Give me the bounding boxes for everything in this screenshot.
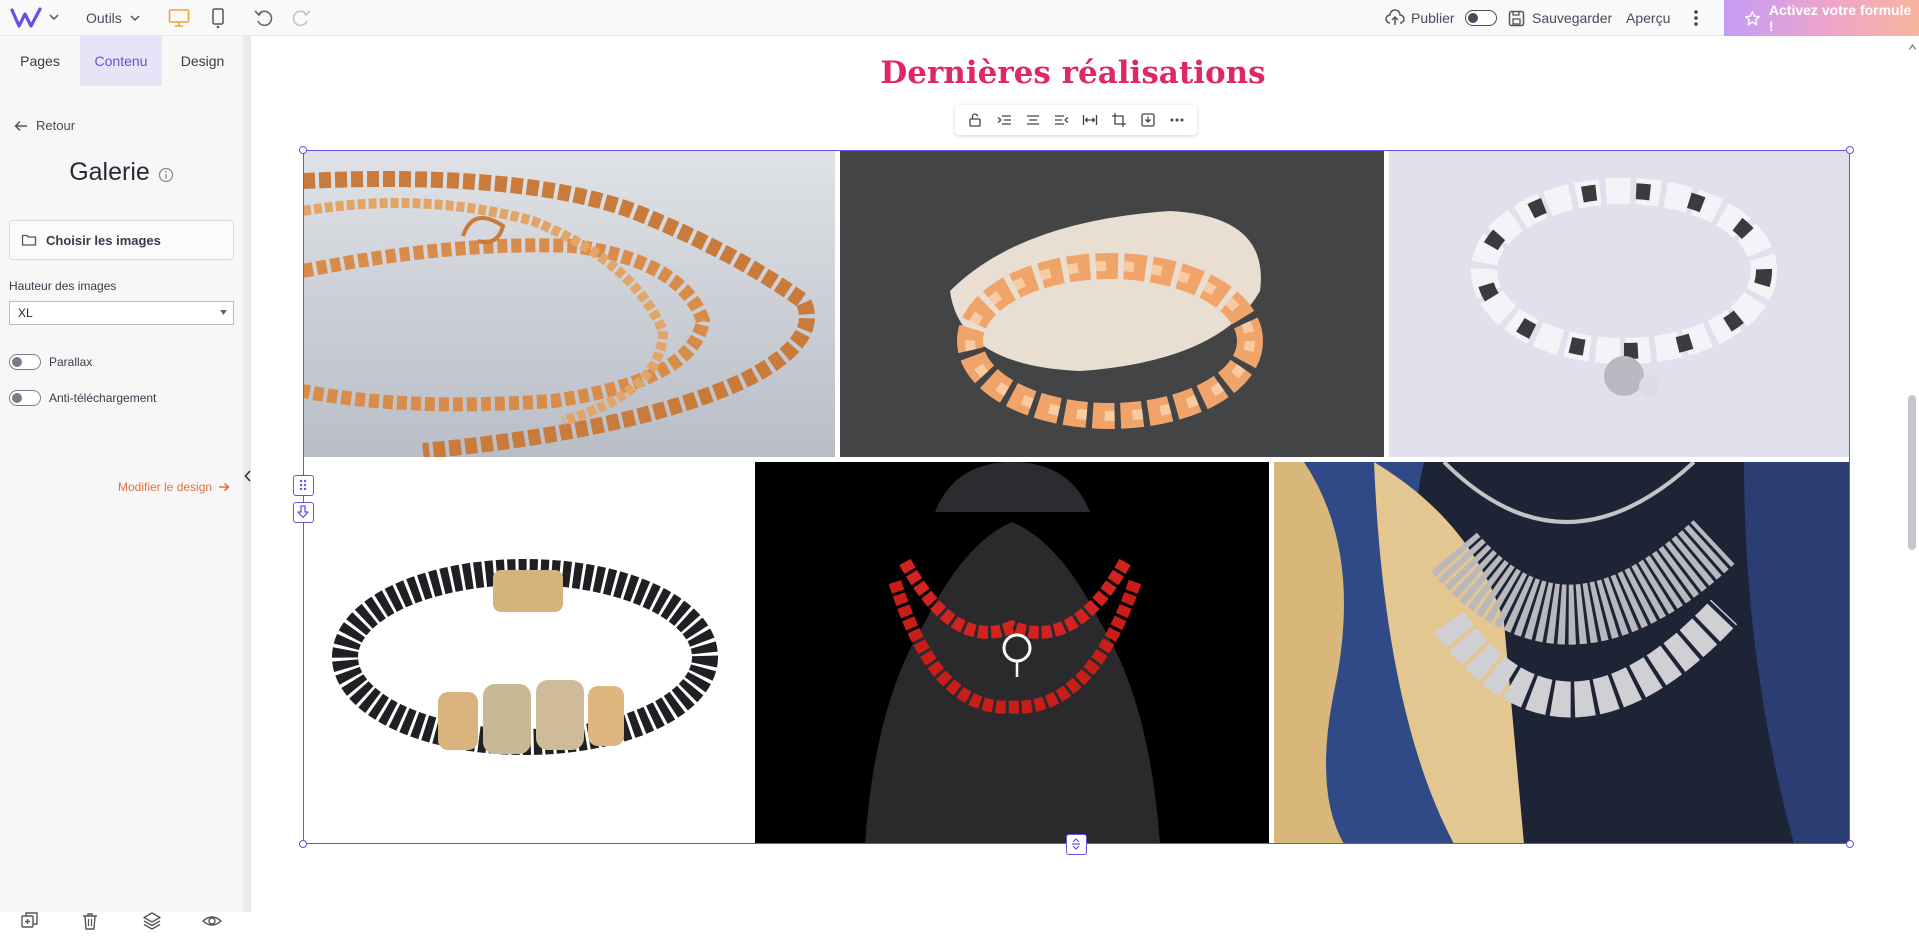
preview-button[interactable]: Aperçu — [1626, 0, 1670, 36]
anti-download-toggle[interactable] — [9, 390, 41, 406]
tools-label: Outils — [86, 10, 122, 26]
publish-toggle[interactable] — [1464, 10, 1497, 26]
duplicate-icon[interactable] — [20, 911, 40, 931]
anti-download-row: Anti-téléchargement — [9, 390, 156, 406]
trash-icon[interactable] — [80, 911, 100, 931]
caret-down-icon — [220, 310, 227, 315]
resize-height-button[interactable] — [1066, 834, 1087, 855]
gallery-image-gold-chain-necklace[interactable] — [303, 151, 835, 457]
anti-download-label: Anti-téléchargement — [49, 391, 157, 405]
resize-vertical-icon — [1072, 838, 1080, 850]
parallax-label: Parallax — [49, 355, 93, 369]
panel-title-text: Galerie — [69, 158, 150, 186]
modify-design-label: Modifier le design — [118, 480, 213, 494]
cloud-upload-icon — [1385, 9, 1405, 25]
block-toolbar — [955, 105, 1197, 135]
collapse-panel-icon[interactable] — [244, 470, 251, 482]
gallery-image-orange-bead-bracelet[interactable] — [840, 151, 1384, 457]
align-right-icon[interactable] — [1054, 112, 1070, 128]
save-label: Sauvegarder — [1532, 10, 1613, 26]
chevron-down-icon[interactable] — [49, 12, 59, 22]
undo-icon[interactable] — [253, 8, 275, 28]
gallery-image-red-bead-necklace[interactable] — [755, 462, 1269, 844]
align-center-icon[interactable] — [1025, 112, 1041, 128]
more-icon[interactable] — [1169, 112, 1185, 128]
upgrade-button[interactable]: Activez votre formule ! — [1724, 0, 1919, 36]
full-width-icon[interactable] — [1082, 112, 1098, 128]
save-icon — [1508, 10, 1525, 26]
align-left-icon[interactable] — [996, 112, 1012, 128]
choose-images-button[interactable]: Choisir les images — [9, 220, 234, 260]
image-height-value: XL — [18, 306, 33, 320]
back-arrow-icon — [14, 120, 27, 131]
arrow-down-icon — [297, 505, 309, 519]
canvas-scrollbar[interactable] — [1908, 395, 1916, 550]
info-icon[interactable] — [158, 167, 174, 183]
arrow-right-icon — [219, 482, 230, 492]
publish-control[interactable]: Publier — [1385, 0, 1497, 36]
tab-pages[interactable]: Pages — [0, 36, 80, 86]
desktop-icon[interactable] — [168, 8, 190, 28]
tab-design[interactable]: Design — [162, 36, 243, 86]
mobile-icon[interactable] — [207, 8, 229, 28]
resize-handle-bottom-left[interactable] — [299, 840, 307, 848]
move-down-button[interactable] — [293, 502, 314, 523]
tools-menu[interactable]: Outils — [86, 0, 140, 36]
publish-label: Publier — [1411, 10, 1455, 26]
save-button[interactable]: Sauvegarder — [1508, 0, 1612, 36]
modify-design-link[interactable]: Modifier le design — [118, 480, 230, 494]
back-link[interactable]: Retour — [14, 118, 75, 133]
panel-title: Galerie — [0, 158, 243, 187]
image-height-label: Hauteur des images — [9, 279, 117, 293]
resize-handle-top-right[interactable] — [1846, 146, 1854, 154]
unlock-icon[interactable] — [967, 112, 983, 128]
tab-contenu[interactable]: Contenu — [80, 36, 162, 86]
crop-icon[interactable] — [1111, 112, 1127, 128]
redo-icon[interactable] — [290, 8, 312, 28]
section-title[interactable]: Dernières réalisations — [880, 55, 1265, 91]
drag-handle[interactable] — [293, 475, 314, 496]
gallery-image-black-leather-bracelet[interactable] — [303, 462, 755, 844]
panel-bottom-toolbar — [0, 911, 243, 947]
resize-handle-bottom-right[interactable] — [1846, 840, 1854, 848]
upgrade-label: Activez votre formule ! — [1768, 2, 1912, 34]
logo-icon[interactable] — [10, 6, 44, 30]
image-height-select[interactable]: XL — [9, 301, 234, 325]
star-icon — [1745, 10, 1760, 25]
folder-icon — [21, 234, 37, 246]
resize-handle-top-left[interactable] — [299, 146, 307, 154]
kebab-icon[interactable] — [1686, 8, 1706, 28]
gallery-image-silver-pearl-bracelet[interactable] — [1389, 151, 1849, 457]
chevron-down-icon — [130, 15, 140, 22]
back-label: Retour — [36, 118, 76, 133]
drag-grip-icon — [299, 479, 307, 491]
parallax-row: Parallax — [9, 354, 92, 370]
left-panel: Pages Contenu Design Retour Galerie Choi… — [0, 36, 243, 930]
eye-icon[interactable] — [202, 911, 222, 931]
gallery-image-silver-coin-necklace[interactable] — [1274, 462, 1850, 844]
choose-images-label: Choisir les images — [46, 232, 161, 248]
panel-tabs: Pages Contenu Design — [0, 36, 243, 86]
layers-icon[interactable] — [142, 911, 162, 931]
preview-label: Aperçu — [1626, 10, 1671, 26]
parallax-toggle[interactable] — [9, 354, 41, 370]
save-block-icon[interactable] — [1140, 112, 1156, 128]
scroll-up-icon[interactable] — [1909, 44, 1916, 50]
top-bar: Outils Publier Sauvegarder Aperçu Active… — [0, 0, 1919, 36]
